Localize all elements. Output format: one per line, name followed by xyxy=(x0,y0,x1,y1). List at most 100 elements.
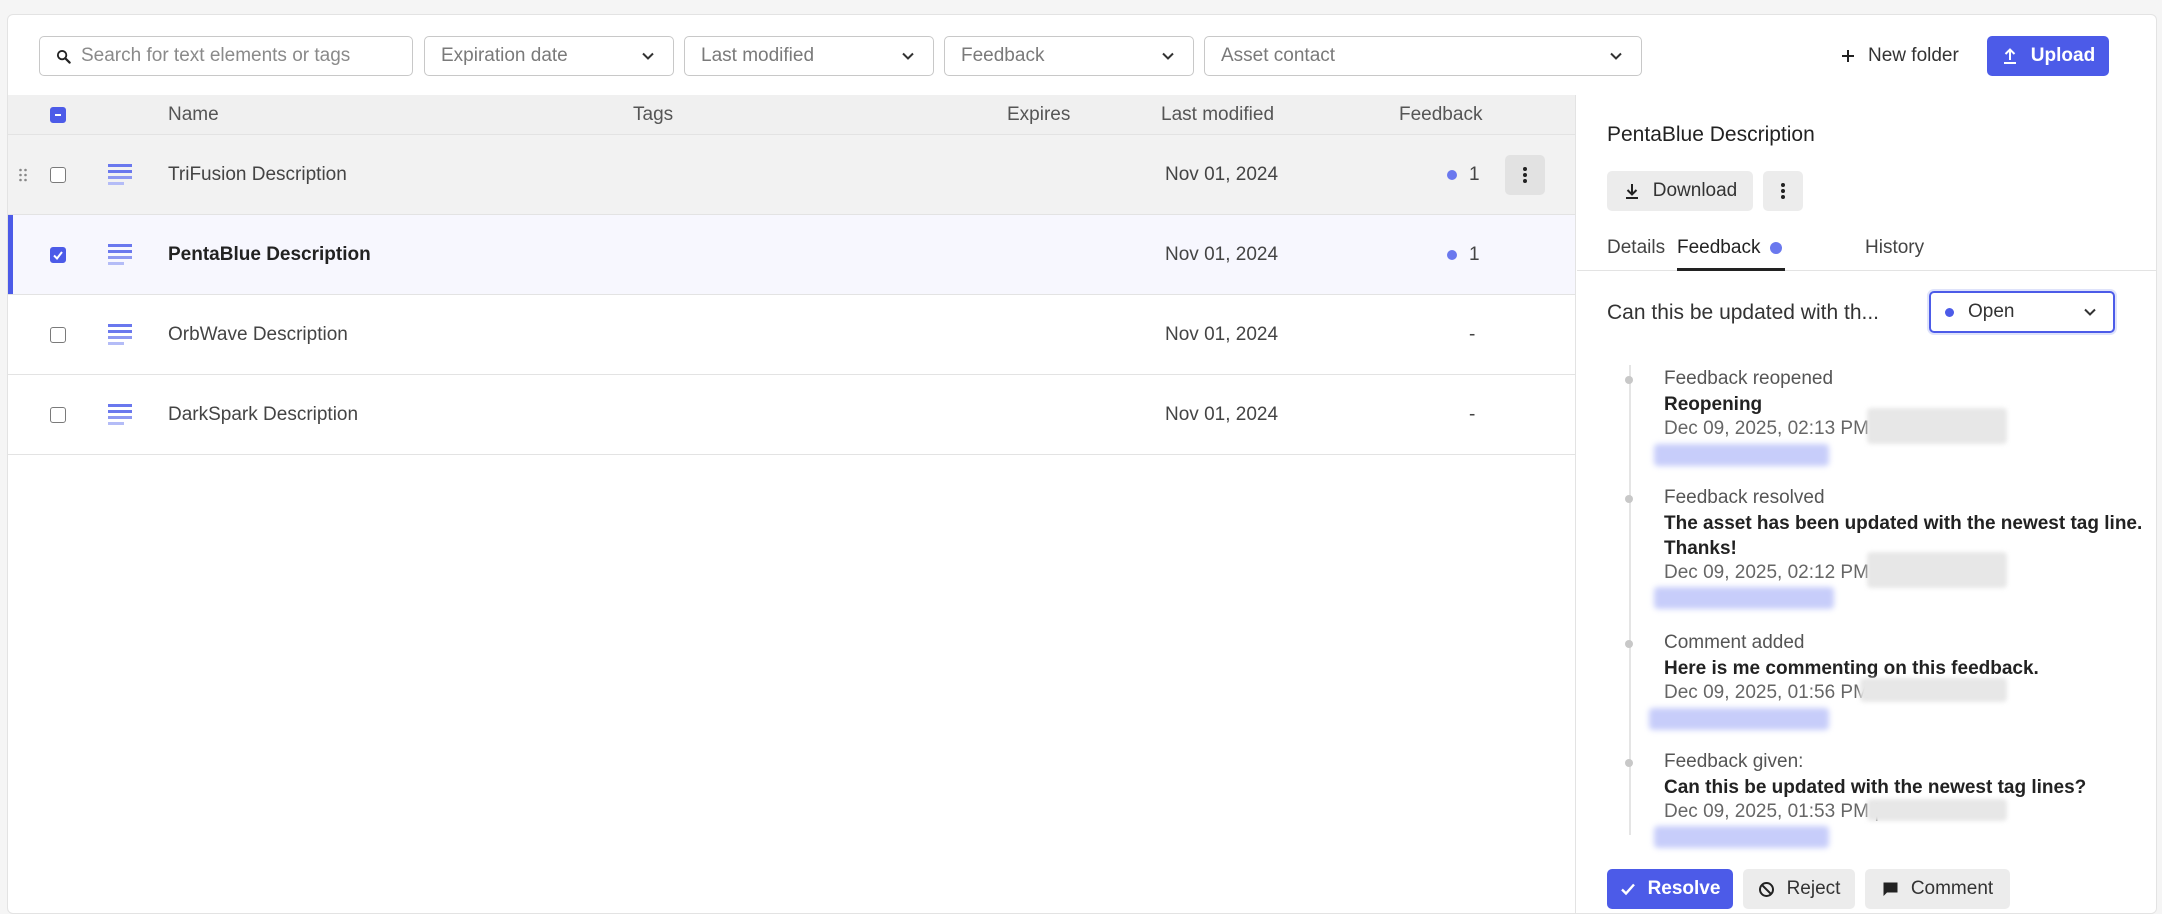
row-name[interactable]: TriFusion Description xyxy=(168,135,347,215)
column-expires[interactable]: Expires xyxy=(1007,95,1070,135)
entry-message: Can this be updated with the newest tag … xyxy=(1664,777,2087,798)
download-label: Download xyxy=(1652,180,1738,201)
asset-contact-filter[interactable]: Asset contact xyxy=(1204,36,1642,76)
reject-button[interactable]: Reject xyxy=(1743,869,1855,909)
download-icon xyxy=(1625,184,1638,199)
tab-feedback[interactable]: Feedback xyxy=(1677,237,1783,259)
block-icon xyxy=(1758,881,1774,897)
filter-label: Asset contact xyxy=(1221,45,1336,66)
search-icon xyxy=(56,49,71,64)
table-header: Name Tags Expires Last modified Feedback xyxy=(8,95,1575,135)
feedback-count: 1 xyxy=(1469,244,1480,265)
app-frame: Expiration date Last modified Feedback A… xyxy=(7,14,2157,914)
upload-button[interactable]: Upload xyxy=(1987,36,2109,76)
feedback-dot-icon xyxy=(1447,250,1457,260)
redacted-link xyxy=(1654,587,1834,609)
row-checkbox[interactable] xyxy=(50,375,66,455)
timeline-dot xyxy=(1625,640,1633,648)
entry-type: Feedback given: xyxy=(1664,751,1804,772)
tab-history[interactable]: History xyxy=(1865,237,1924,259)
redacted-user xyxy=(1867,408,2007,444)
row-checkbox[interactable] xyxy=(50,135,66,215)
table-row[interactable]: PentaBlue Description Nov 01, 2024 1 xyxy=(8,215,1575,295)
table-row[interactable]: DarkSpark Description Nov 01, 2024 - xyxy=(8,375,1575,455)
asset-table: Name Tags Expires Last modified Feedback… xyxy=(8,95,1576,913)
column-last-modified[interactable]: Last modified xyxy=(1161,95,1274,135)
feedback-filter[interactable]: Feedback xyxy=(944,36,1194,76)
feedback-dot-icon xyxy=(1447,170,1457,180)
search-input[interactable] xyxy=(81,45,391,67)
check-icon xyxy=(1620,883,1635,896)
toolbar: Expiration date Last modified Feedback A… xyxy=(8,15,2156,95)
filter-label: Expiration date xyxy=(441,45,568,66)
row-checkbox[interactable] xyxy=(50,215,66,295)
drag-handle-icon[interactable] xyxy=(18,167,28,183)
table-row[interactable]: OrbWave Description Nov 01, 2024 - xyxy=(8,295,1575,375)
redacted-link xyxy=(1654,444,1829,466)
row-name[interactable]: DarkSpark Description xyxy=(168,375,358,455)
entry-date: Dec 09, 2025, 02:12 PM | xyxy=(1664,562,1880,583)
search-box[interactable] xyxy=(39,36,413,76)
column-feedback[interactable]: Feedback xyxy=(1399,95,1482,135)
row-feedback: - xyxy=(1469,404,1476,425)
reject-label: Reject xyxy=(1786,878,1841,899)
tab-feedback-label: Feedback xyxy=(1677,237,1761,258)
entry-type: Feedback resolved xyxy=(1664,487,1825,508)
filter-label: Feedback xyxy=(961,45,1045,66)
text-document-icon xyxy=(108,375,132,455)
active-tab-indicator xyxy=(1677,268,1785,271)
feedback-actions: Resolve Reject Comment xyxy=(1607,869,2010,909)
column-name[interactable]: Name xyxy=(168,95,219,135)
status-select[interactable]: Open xyxy=(1929,291,2115,333)
tab-details[interactable]: Details xyxy=(1607,237,1665,259)
feedback-count: 1 xyxy=(1469,164,1480,185)
filter-label: Last modified xyxy=(701,45,815,66)
panel-more-button[interactable] xyxy=(1763,171,1803,211)
entry-date: Dec 09, 2025, 01:53 PM | xyxy=(1664,801,1880,822)
status-dot-icon xyxy=(1945,307,1954,317)
timeline-dot xyxy=(1625,759,1633,767)
last-modified-filter[interactable]: Last modified xyxy=(684,36,934,76)
text-document-icon xyxy=(108,215,132,295)
feedback-heading: Can this be updated with th... xyxy=(1607,301,1880,324)
row-last-modified: Nov 01, 2024 xyxy=(1165,164,1279,185)
row-feedback: - xyxy=(1469,324,1476,345)
row-checkbox[interactable] xyxy=(50,295,66,375)
new-folder-button[interactable]: New folder xyxy=(1840,36,1959,76)
panel-tabs: Details Feedback History xyxy=(1577,231,2156,271)
entry-type: Feedback reopened xyxy=(1664,368,1834,389)
entry-date: Dec 09, 2025, 02:13 PM | xyxy=(1664,418,1880,439)
detail-panel: PentaBlue Description Download Details F… xyxy=(1577,95,2156,913)
resolve-button[interactable]: Resolve xyxy=(1607,869,1733,909)
status-value: Open xyxy=(1968,301,2015,322)
row-feedback: 1 xyxy=(1447,135,1480,215)
chevron-down-icon xyxy=(1162,52,1174,60)
more-vertical-icon xyxy=(1523,167,1527,183)
chevron-down-icon xyxy=(1610,52,1622,60)
redacted-link xyxy=(1649,708,1829,730)
select-all-checkbox[interactable] xyxy=(50,107,66,123)
redacted-link xyxy=(1654,826,1829,848)
redacted-user xyxy=(1867,552,2007,588)
entry-type: Comment added xyxy=(1664,632,1805,653)
timeline-dot xyxy=(1625,495,1633,503)
comment-button[interactable]: Comment xyxy=(1865,869,2010,909)
plus-icon xyxy=(1842,50,1854,62)
row-last-modified: Nov 01, 2024 xyxy=(1165,324,1279,345)
more-vertical-icon xyxy=(1781,183,1785,199)
expiration-date-filter[interactable]: Expiration date xyxy=(424,36,674,76)
redacted-user xyxy=(1860,678,2007,702)
redacted-user xyxy=(1867,799,2007,821)
row-name[interactable]: PentaBlue Description xyxy=(168,215,371,295)
text-document-icon xyxy=(108,295,132,375)
row-last-modified: Nov 01, 2024 xyxy=(1165,244,1279,265)
entry-date: Dec 09, 2025, 01:56 PM xyxy=(1664,682,1869,703)
row-more-button[interactable] xyxy=(1505,135,1545,215)
column-tags[interactable]: Tags xyxy=(633,95,673,135)
table-row[interactable]: TriFusion Description Nov 01, 2024 1 xyxy=(8,135,1575,215)
feedback-dot-icon xyxy=(1770,242,1783,254)
chevron-down-icon xyxy=(2084,308,2096,316)
chevron-down-icon xyxy=(642,52,654,60)
download-button[interactable]: Download xyxy=(1607,171,1753,211)
row-name[interactable]: OrbWave Description xyxy=(168,295,348,375)
